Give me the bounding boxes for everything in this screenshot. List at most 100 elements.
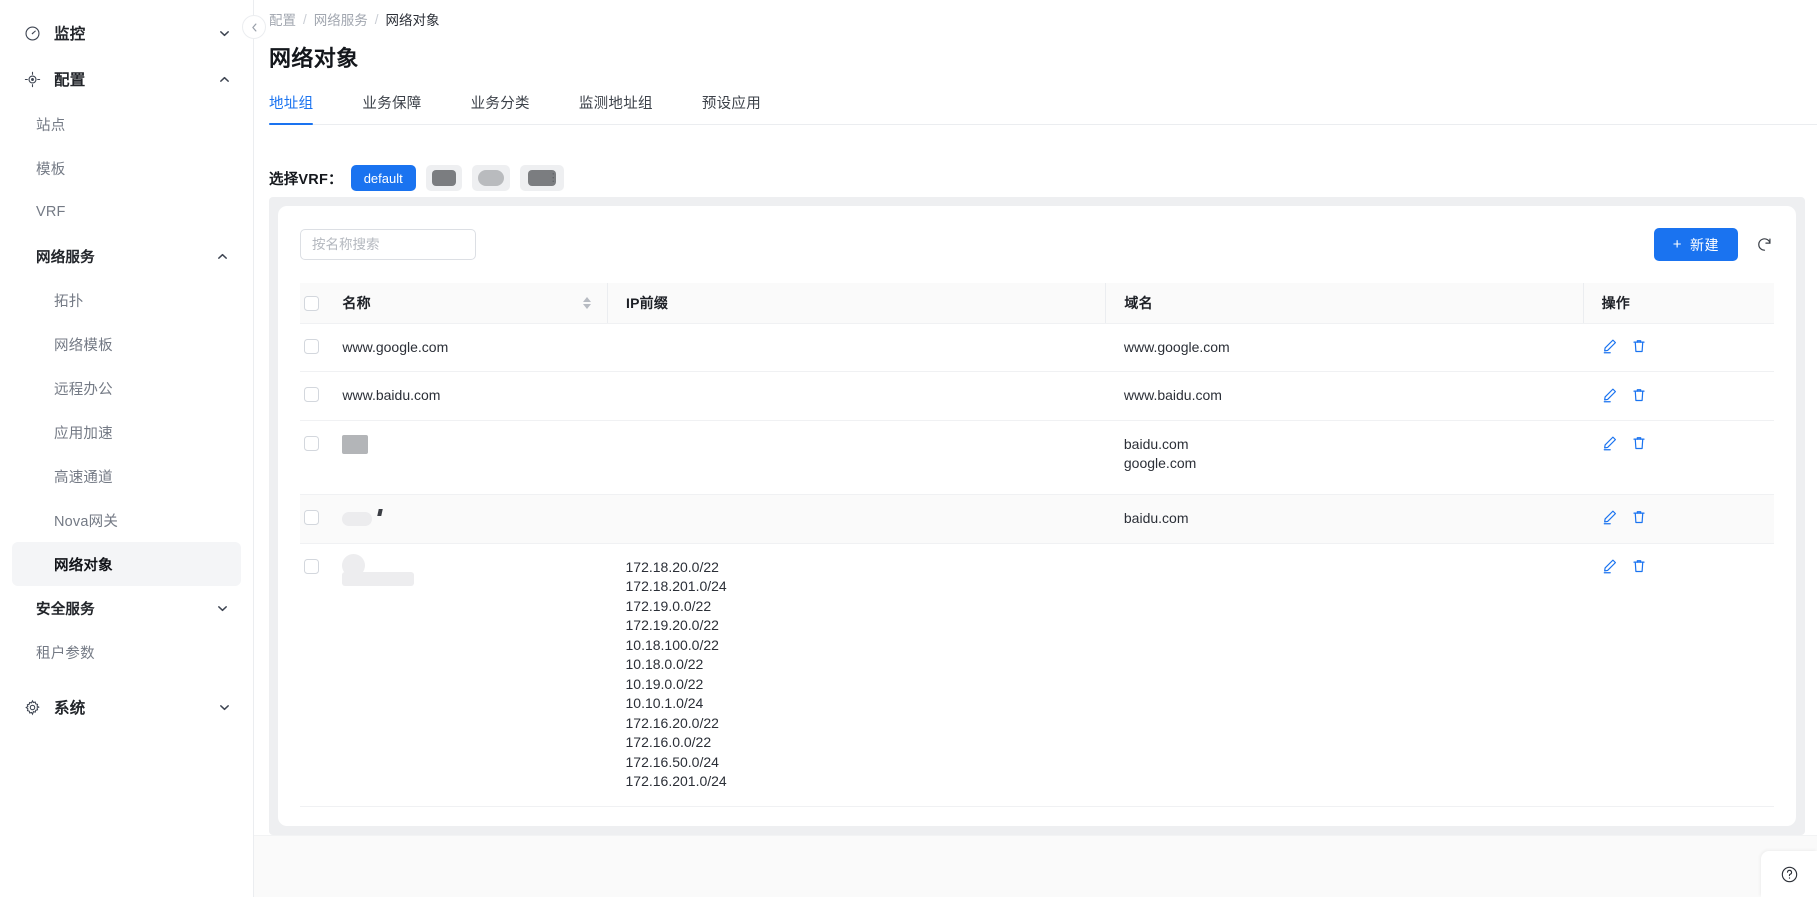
vrf-selector: 选择VRF： default ⋮ [254,125,1817,197]
tab-service-classification[interactable]: 业务分类 [471,92,530,124]
row-select-cell [300,420,343,495]
sidebar-item-label: 远程办公 [54,381,113,398]
table-row[interactable]: 172.18.20.0/22 172.18.201.0/24 172.19.0.… [300,543,1774,807]
redacted-name [342,508,607,529]
row-checkbox[interactable] [304,435,319,451]
sidebar-item-network-services[interactable]: 网络服务 [12,234,241,278]
ip-prefix-entry: 172.16.0.0/22 [625,734,712,750]
breadcrumb: 配置 / 网络服务 / 网络对象 [269,8,1817,30]
tab-preset-application[interactable]: 预设应用 [702,92,761,124]
row-select-cell [300,323,343,372]
more-options-icon[interactable]: ⋮ [548,173,559,184]
redacted-name [342,434,369,454]
sidebar-item-templates[interactable]: 模板 [12,146,241,190]
sidebar-item-sites[interactable]: 站点 [12,102,241,146]
content-card-outer: + 新建 [269,197,1805,835]
edit-icon[interactable] [1601,386,1618,403]
vrf-pill-default[interactable]: default [350,165,416,191]
table-header-row: 名称 IP前缀 域名 操作 [300,283,1774,324]
sidebar-item-nova-gateway[interactable]: Nova网关 [12,498,241,542]
refresh-icon [1757,238,1771,251]
row-ip-cell [607,323,1106,372]
sidebar-group-monitoring[interactable]: 监控 [0,10,253,56]
table-head: 名称 IP前缀 域名 操作 [300,283,1774,324]
delete-icon[interactable] [1630,509,1647,526]
sidebar-item-network-objects[interactable]: 网络对象 [12,542,241,586]
row-action-group [1601,338,1774,355]
row-checkbox[interactable] [304,387,319,402]
help-button[interactable] [1761,851,1817,897]
vrf-pill-redacted-1[interactable] [425,165,462,191]
refresh-button[interactable] [1754,235,1774,255]
sidebar-item-express-channel[interactable]: 高速通道 [12,454,241,498]
sidebar-item-vrf[interactable]: VRF [12,190,241,234]
row-select-cell [300,371,343,421]
row-checkbox[interactable] [304,509,319,525]
column-ip-prefix: IP前缀 [606,283,1106,324]
table-row[interactable]: baidu.com [300,494,1774,544]
row-domain-cell: www.google.com [1105,323,1584,372]
toolbar-right: + 新建 [1653,228,1774,261]
domain-entry: www.google.com [1123,338,1230,355]
sidebar-group-label: 系统 [54,700,86,717]
main-content: 配置 / 网络服务 / 网络对象 网络对象 地址组 业务保障 业务分类 监测地址… [254,0,1817,897]
ip-prefix-entry: 172.19.0.0/22 [625,597,712,614]
row-domain-cell: baidu.com [1105,494,1584,544]
tab-address-group[interactable]: 地址组 [269,92,314,125]
chevron-up-icon [218,73,231,86]
sort-descending-icon [583,303,591,309]
edit-icon[interactable] [1601,509,1618,526]
target-icon [24,71,41,88]
row-checkbox[interactable] [304,338,319,354]
sidebar-group-configuration[interactable]: 配置 [0,56,253,102]
breadcrumb-item-network-services[interactable]: 网络服务 [314,9,368,29]
domain-entry: baidu.com [1123,435,1189,452]
delete-icon[interactable] [1630,435,1647,452]
sidebar-item-network-template[interactable]: 网络模板 [12,322,241,366]
sort-ascending-icon [583,296,591,302]
sidebar-item-app-acceleration[interactable]: 应用加速 [12,410,241,454]
sidebar-item-topology[interactable]: 拓扑 [12,278,241,322]
select-all-checkbox[interactable] [304,295,319,311]
new-button[interactable]: + 新建 [1653,228,1738,261]
search-input[interactable] [301,230,475,259]
edit-icon[interactable] [1601,338,1618,355]
sidebar-item-label: Nova网关 [54,513,119,530]
delete-icon[interactable] [1630,386,1647,403]
column-domain-label: 域名 [1124,294,1153,311]
sidebar-item-remote-office[interactable]: 远程办公 [12,366,241,410]
sort-toggle-name[interactable] [583,296,591,309]
vrf-pill-redacted-2[interactable] [471,165,510,191]
redacted-name [342,553,607,594]
table-row[interactable]: baidu.com google.com [300,420,1774,495]
tab-monitor-address-group[interactable]: 监测地址组 [579,92,653,124]
ip-prefix-entry: 10.18.0.0/22 [625,656,704,672]
ip-prefix-list: 172.18.20.0/22 172.18.201.0/24 172.19.0.… [626,558,1106,792]
sidebar-item-label: VRF [36,204,66,220]
table-row[interactable]: www.google.com www.google.com [300,323,1774,372]
tab-service-assurance[interactable]: 业务保障 [362,92,421,124]
sidebar-item-label: 站点 [36,117,66,134]
chevron-up-icon [216,250,229,263]
table-row[interactable]: www.baidu.com www.baidu.com [300,371,1774,421]
row-action-group [1601,435,1774,452]
breadcrumb-item-config[interactable]: 配置 [269,9,296,29]
domain-entry: google.com [1123,455,1197,471]
sidebar-item-label: 网络模板 [54,337,113,354]
edit-icon[interactable] [1601,558,1618,575]
sidebar-collapse-button[interactable] [242,15,266,39]
chevron-down-icon [218,27,231,40]
sidebar-group-system[interactable]: 系统 [0,684,253,730]
delete-icon[interactable] [1630,338,1647,355]
row-domain-cell [1105,543,1584,807]
sidebar-item-security-services[interactable]: 安全服务 [12,586,241,630]
edit-icon[interactable] [1601,435,1618,452]
delete-icon[interactable] [1630,558,1647,575]
row-select-cell [300,543,343,807]
row-ip-cell [607,420,1106,495]
vrf-pill-redacted-3[interactable]: ⋮ [519,165,564,191]
sidebar-item-tenant-parameters[interactable]: 租户参数 [12,630,241,674]
row-checkbox[interactable] [304,558,319,574]
column-actions: 操作 [1582,283,1774,324]
row-name-cell [342,494,608,544]
